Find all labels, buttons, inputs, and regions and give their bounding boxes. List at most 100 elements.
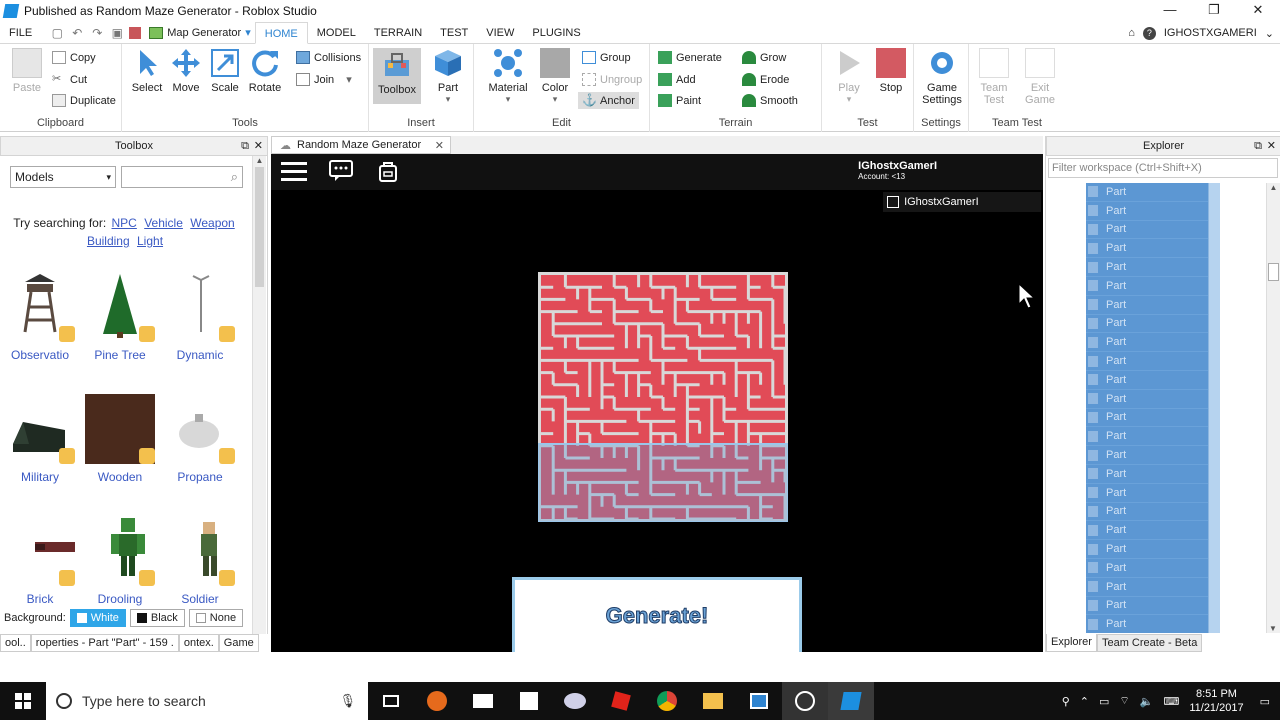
explorer-part-row[interactable]: Part <box>1086 559 1208 578</box>
roblox-studio-icon[interactable] <box>828 682 874 720</box>
save-icon[interactable]: ▣ <box>109 26 125 40</box>
explorer-part-row[interactable]: Part <box>1086 202 1208 221</box>
people-icon[interactable]: ⚲ <box>1062 695 1070 708</box>
undock-icon[interactable]: ⧉ <box>241 137 249 156</box>
tab-model[interactable]: MODEL <box>308 22 365 44</box>
scroll-up-icon[interactable]: ▲ <box>253 156 266 165</box>
minimize-button[interactable]: — <box>1148 0 1192 22</box>
close-button[interactable]: ✕ <box>1236 0 1280 22</box>
stop-recording-icon[interactable] <box>129 26 142 39</box>
generate-button[interactable]: Generate! <box>512 577 802 652</box>
firefox-icon[interactable] <box>414 682 460 720</box>
file-menu[interactable]: FILE <box>0 22 41 44</box>
explorer-part-row[interactable]: Part <box>1086 578 1208 597</box>
color-button[interactable]: Color ▾ <box>534 48 576 105</box>
game-settings-button[interactable]: Game Settings <box>918 48 966 106</box>
tab-test[interactable]: TEST <box>431 22 477 44</box>
keyboard-icon[interactable]: ⌨ <box>1163 695 1179 708</box>
model-item[interactable]: Military <box>0 394 80 484</box>
explorer-filter-input[interactable]: Filter workspace (Ctrl+Shift+X) <box>1048 158 1278 178</box>
close-panel-icon[interactable]: ✕ <box>1267 137 1276 156</box>
suggestion-npc[interactable]: NPC <box>112 216 137 230</box>
start-button[interactable] <box>0 682 46 720</box>
background-black-button[interactable]: Black <box>129 609 185 627</box>
background-none-button[interactable]: None <box>188 609 244 627</box>
map-generator-plugin[interactable]: Map Generator ▾ <box>149 26 251 39</box>
tab-terrain[interactable]: TERRAIN <box>365 22 431 44</box>
new-file-icon[interactable]: ▢ <box>49 26 65 40</box>
toolbox-button[interactable]: Toolbox <box>373 48 421 104</box>
move-button[interactable]: Move <box>165 48 207 94</box>
model-item[interactable]: Brick <box>0 516 80 606</box>
task-view-icon[interactable] <box>368 682 414 720</box>
explorer-part-row[interactable]: Part <box>1086 615 1208 633</box>
close-panel-icon[interactable]: ✕ <box>254 137 263 156</box>
microphone-icon[interactable]: 🎙 <box>339 693 356 709</box>
scroll-down-icon[interactable]: ▼ <box>1267 624 1279 633</box>
undo-icon[interactable]: ↶ <box>69 26 85 40</box>
explorer-part-row[interactable]: Part <box>1086 521 1208 541</box>
explorer-part-row[interactable]: Part <box>1086 239 1208 259</box>
ungroup-button[interactable]: Ungroup <box>582 73 642 86</box>
cut-button[interactable]: ✂ Cut <box>52 73 87 86</box>
collapse-ribbon-icon[interactable]: ⌂ <box>1128 27 1135 39</box>
scroll-thumb[interactable] <box>1268 263 1279 281</box>
suggestion-light[interactable]: Light <box>137 234 163 248</box>
toolbox-search-input[interactable]: ⌕ <box>121 166 243 188</box>
group-button[interactable]: Group <box>582 51 631 64</box>
explorer-part-row[interactable]: Part <box>1086 352 1208 371</box>
game-viewport[interactable]: ☁ Random Maze Generator ✕ IGhostxGamerI … <box>271 136 1043 652</box>
user-menu-chevron-icon[interactable]: ⌄ <box>1265 27 1274 40</box>
battery-icon[interactable]: ▭ <box>1099 695 1109 708</box>
explorer-tree[interactable]: Part Part Part Part Part Part Part Part Part Part… <box>1086 183 1208 633</box>
anchor-button[interactable]: ⚓ Anchor <box>578 92 639 109</box>
paint-terrain-button[interactable]: Paint <box>658 94 701 107</box>
join-dropdown-icon[interactable]: ▾ <box>346 73 352 86</box>
material-button[interactable]: Material ▾ <box>486 48 530 105</box>
paste-button[interactable]: Paste <box>6 48 48 94</box>
part-button[interactable]: Part ▾ <box>427 48 469 105</box>
color-dropdown-icon[interactable]: ▾ <box>534 94 576 105</box>
suggestion-vehicle[interactable]: Vehicle <box>144 216 183 230</box>
part-dropdown-icon[interactable]: ▾ <box>427 94 469 105</box>
obs-icon[interactable] <box>782 682 828 720</box>
explorer-part-row[interactable]: Part <box>1086 427 1208 447</box>
explorer-part-row[interactable]: Part <box>1086 484 1208 503</box>
tab-game[interactable]: Game <box>218 634 259 652</box>
suggestion-weapon[interactable]: Weapon <box>190 216 234 230</box>
help-icon[interactable]: ? <box>1142 26 1156 40</box>
explorer-part-row[interactable]: Part <box>1086 183 1208 202</box>
smooth-terrain-button[interactable]: Smooth <box>742 94 798 107</box>
explorer-part-row[interactable]: Part <box>1086 333 1208 353</box>
notifications-icon[interactable]: ▭ <box>1260 695 1270 708</box>
maze-render[interactable] <box>538 272 788 522</box>
model-item[interactable]: Soldier <box>160 516 240 606</box>
background-white-button[interactable]: White <box>69 609 126 627</box>
explorer-part-row[interactable]: Part <box>1086 597 1208 616</box>
explorer-part-row[interactable]: Part <box>1086 465 1208 484</box>
scroll-thumb[interactable] <box>255 167 264 287</box>
model-item[interactable]: Observatio <box>0 272 80 362</box>
chrome-icon[interactable] <box>644 682 690 720</box>
explorer-part-row[interactable]: Part <box>1086 371 1208 390</box>
app-window-icon[interactable] <box>736 682 782 720</box>
explorer-part-row[interactable]: Part <box>1086 446 1208 465</box>
duplicate-button[interactable]: Duplicate <box>52 94 116 107</box>
play-dropdown-icon[interactable]: ▾ <box>828 94 870 105</box>
document-tab[interactable]: ☁ Random Maze Generator ✕ <box>271 136 451 154</box>
category-dropdown[interactable]: Models ▾ <box>10 166 116 188</box>
explorer-part-row[interactable]: Part <box>1086 277 1208 296</box>
tray-expand-icon[interactable]: ⌃ <box>1080 695 1089 708</box>
player-list-entry[interactable]: IGhostxGamerI <box>883 192 1041 212</box>
store-icon[interactable] <box>506 682 552 720</box>
volume-icon[interactable]: 🔈 <box>1140 695 1154 708</box>
play-button[interactable]: Play ▾ <box>828 48 870 105</box>
explorer-part-row[interactable]: Part <box>1086 409 1208 428</box>
backpack-icon[interactable] <box>378 160 398 185</box>
mail-icon[interactable] <box>460 682 506 720</box>
undock-icon[interactable]: ⧉ <box>1254 137 1262 156</box>
material-dropdown-icon[interactable]: ▾ <box>486 94 530 105</box>
copy-button[interactable]: Copy <box>52 51 96 64</box>
tab-explorer[interactable]: Explorer <box>1046 634 1097 652</box>
exit-game-button[interactable]: Exit Game <box>1019 48 1061 106</box>
